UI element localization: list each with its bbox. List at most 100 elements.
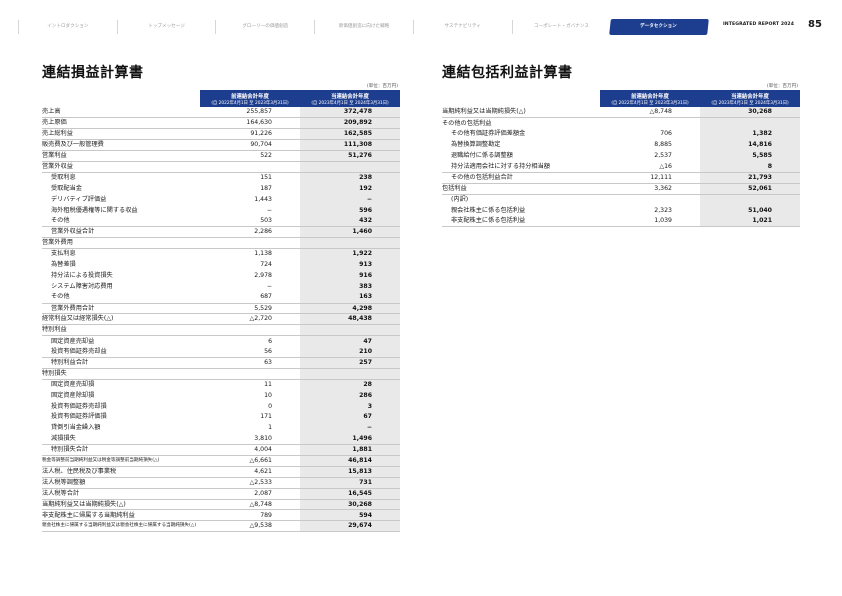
prior-year-value: 3,362 (600, 183, 700, 195)
table-row: システム障害対応費用 − 383 (42, 281, 400, 293)
table-row: 特別損失合計 4,004 1,881 (42, 444, 400, 456)
table-row: 経常利益又は経常損失(△) △2,720 48,438 (42, 313, 400, 326)
current-year-value: 30,268 (700, 107, 800, 119)
prior-year-value: △16 (600, 161, 700, 173)
row-label: 固定資産売却益 (51, 337, 95, 345)
table-row: 当期純利益又は当期純損失(△) △8,748 30,268 (42, 499, 400, 511)
row-label: 固定資産売却損 (51, 381, 95, 389)
table-row: 固定資産売却損 11 28 (42, 379, 400, 391)
row-label: 特別利益合計 (42, 357, 200, 369)
prior-year-value: 1 (268, 424, 272, 432)
row-label: 営業外費用 (42, 237, 200, 250)
current-year-value: 913 (300, 259, 400, 271)
row-label: その他 (42, 215, 200, 228)
row-label: 当期純利益又は当期純損失(△) (42, 499, 200, 511)
nav-tab-value-creation[interactable]: グローリーの価値創造 (215, 20, 314, 34)
prior-year-value: 2,286 (200, 226, 300, 239)
header-current-year-label: 当連結会計年度 (331, 94, 369, 100)
table-row: デリバティブ評価益 1,443 − (42, 194, 400, 206)
row-label: 包括利益 (442, 183, 600, 195)
prior-year-value: 0 (268, 402, 272, 410)
row-label: 営業外費用合計 (42, 303, 200, 315)
row-label: 経常利益又は経常損失(△) (42, 313, 200, 326)
row-label: 減損損失 (42, 433, 200, 446)
row-label: 持分法適用会社に対する持分相当額 (442, 161, 600, 173)
current-year-value: 163 (300, 292, 400, 304)
table-row: 売上高 255,857 372,478 (42, 107, 400, 119)
prior-year-value: 2,087 (200, 488, 300, 500)
table-row: 売上総利益 91,226 162,585 (42, 128, 400, 141)
current-year-value: 432 (300, 215, 400, 228)
row-label: 非支配株主に係る包括利益 (442, 215, 600, 228)
nav-tab-sustainability[interactable]: サステナビリティ (412, 20, 512, 34)
row-label: 売上高 (42, 107, 200, 119)
current-year-value: 916 (300, 270, 400, 282)
header-current-year-period: (自 2023年4月1日 至 2024年3月31日) (711, 101, 789, 106)
prior-year-value: △6,661 (200, 455, 300, 467)
row-label: 海外租税優遇権等に関する収益 (51, 206, 138, 214)
prior-year-value: 91,226 (200, 128, 300, 141)
row-label: 投資有価証券売却益 (42, 346, 200, 358)
prior-year-value: 5,529 (200, 303, 300, 315)
current-year-value: 209,892 (300, 117, 400, 130)
row-label: システム障害対応費用 (51, 282, 113, 290)
table-row: 支払利息 1,138 1,922 (42, 248, 400, 260)
prior-year-value: 12,111 (600, 172, 700, 184)
row-label: 法人税等調整額 (42, 477, 200, 489)
table-row: 固定資産売却益 6 47 (42, 335, 400, 347)
table-row: 法人税等合計 2,087 16,545 (42, 488, 400, 500)
table-row: 持分法による投資損失 2,978 916 (42, 270, 400, 282)
current-year-value: 3 (300, 401, 400, 412)
current-year-value: 48,438 (300, 313, 400, 326)
current-year-value: 14,816 (700, 139, 800, 151)
table-row: 為替換算調整勘定 8,885 14,816 (442, 139, 800, 151)
table-row: 親会社株主に帰属する当期純利益又は親会社株主に帰属する当期純損失(△) △9,53… (42, 520, 400, 533)
prior-year-value (200, 237, 300, 250)
table-row: 為替差損 724 913 (42, 259, 400, 271)
report-name: INTEGRATED REPORT 2024 (723, 22, 795, 27)
row-label: 売上原価 (42, 117, 200, 130)
nav-tab-introduction[interactable]: イントロダクション (18, 20, 117, 34)
prior-year-value: 164,630 (200, 117, 300, 130)
row-label: 法人税、住民税及び事業税 (42, 466, 200, 478)
current-year-value: 594 (300, 509, 400, 522)
prior-year-value: 2,323 (654, 206, 672, 214)
row-label: 非支配株主に帰属する当期純利益 (42, 509, 200, 522)
table-row: 販売費及び一般管理費 90,704 111,308 (42, 139, 400, 152)
header-prior-year: 前連結会計年度 (自 2022年4月1日 至 2023年3月31日) (600, 90, 700, 107)
row-label: 営業外収益 (42, 161, 200, 173)
nav-tab-label: サステナビリティ (444, 24, 481, 29)
row-label: 持分法による投資損失 (51, 271, 113, 279)
nav-tab-governance[interactable]: コーポレート・ガバナンス (511, 20, 611, 34)
current-year-value: 1,922 (300, 248, 400, 260)
prior-year-value (200, 161, 300, 173)
table-row: 営業外収益合計 2,286 1,460 (42, 226, 400, 239)
table-row: 投資有価証券売却益 56 210 (42, 346, 400, 358)
current-year-value: 28 (300, 379, 400, 391)
nav-tab-strategy[interactable]: 新価値創造に向けた戦略 (314, 20, 413, 34)
current-year-value: 286 (300, 390, 400, 402)
prior-year-value: − (266, 282, 272, 290)
table-row: その他の包括利益合計 12,111 21,793 (442, 172, 800, 184)
row-label: 法人税等合計 (42, 488, 200, 500)
table-row: 営業外費用合計 5,529 4,298 (42, 303, 400, 315)
header-prior-year-label: 前連結会計年度 (231, 94, 269, 100)
nav-tab-data-section[interactable]: データセクション (609, 19, 709, 35)
prior-year-value: 522 (200, 150, 300, 162)
current-year-value: 210 (300, 346, 400, 358)
prior-year-value: 11 (264, 381, 272, 389)
row-label: その他有価証券評価差額金 (451, 130, 526, 138)
current-year-value: 1,496 (300, 433, 400, 446)
current-year-value (700, 117, 800, 129)
current-year-value: 192 (300, 183, 400, 195)
prior-year-value: 1,039 (600, 215, 700, 228)
table-row: 営業利益 522 51,276 (42, 150, 400, 162)
current-year-value: 731 (300, 477, 400, 489)
prior-year-value: 2,537 (654, 152, 672, 160)
table-row: 受取配当金 187 192 (42, 183, 400, 195)
nav-tab-top-message[interactable]: トップメッセージ (116, 20, 216, 34)
current-year-value (300, 324, 400, 337)
table-row: 税金等調整前当期純利益又は税金等調整前当期純損失(△) △6,661 46,814 (42, 455, 400, 467)
prior-year-value: 63 (200, 357, 300, 369)
prior-year-value: 255,857 (200, 107, 300, 119)
